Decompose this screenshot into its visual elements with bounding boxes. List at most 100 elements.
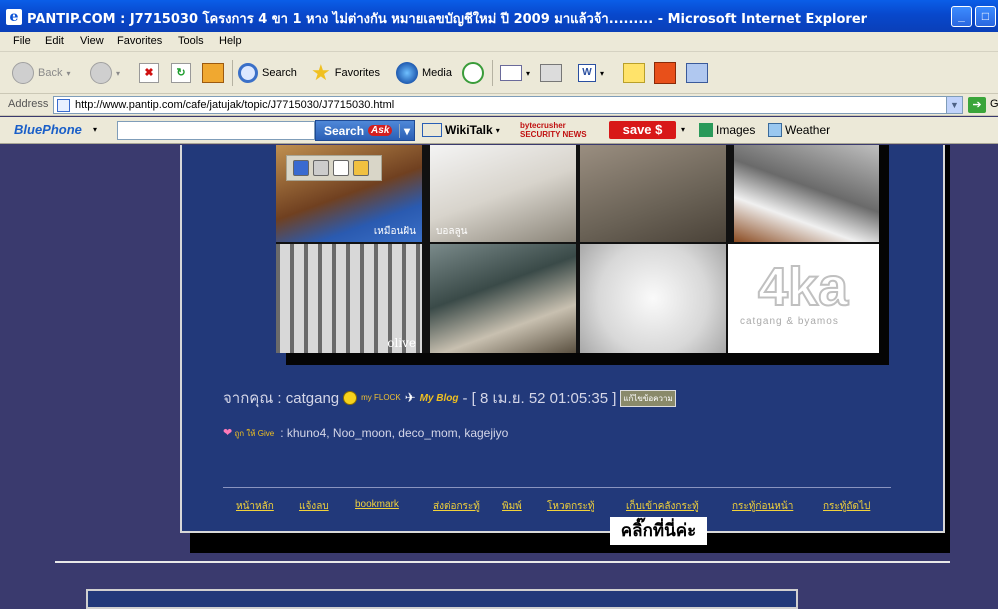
back-button[interactable]: Back ▾	[12, 61, 70, 85]
nav-next-topic-link[interactable]: กระทู้ถัดไป	[823, 499, 870, 514]
photo-4ka-logo: 4ka catgang & byamos	[728, 244, 879, 353]
images-icon	[699, 123, 713, 137]
edit-message-button[interactable]: แก้ไขข้อความ	[620, 389, 676, 407]
forward-button[interactable]: ▾	[90, 61, 120, 85]
nav-prev-topic-link[interactable]: กระทู้ก่อนหน้า	[732, 499, 793, 514]
heart-icon: ❤	[223, 427, 233, 439]
give-badge: ❤ ถูก ให้ Give	[223, 426, 274, 440]
history-clock-icon	[462, 62, 484, 84]
nav-forward-link[interactable]: ส่งต่อกระทู้	[433, 499, 480, 514]
refresh-button[interactable]: ↻	[171, 61, 191, 85]
messenger-button[interactable]	[654, 61, 676, 85]
menu-bar: File Edit View Favorites Tools Help	[0, 32, 998, 52]
menu-help[interactable]: Help	[219, 35, 242, 47]
wikitalk-button[interactable]: WikiTalk ▾	[422, 123, 500, 137]
divider	[223, 487, 891, 488]
minimize-button[interactable]: _	[951, 6, 972, 27]
photo-white-kitten	[580, 244, 726, 353]
standard-toolbar: Back ▾ ▾ ✖ ↻ Search ★ Favorites Media ▾ …	[0, 52, 998, 94]
save-image-icon[interactable]	[293, 160, 309, 176]
address-input[interactable]: http://www.pantip.com/cafe/jatujak/topic…	[53, 96, 963, 114]
dropdown-arrow-icon[interactable]: ▾	[93, 125, 97, 134]
dropdown-arrow-icon: ▾	[600, 68, 605, 78]
stop-button[interactable]: ✖	[139, 61, 159, 85]
back-label: Back	[38, 67, 63, 79]
window-title: PANTIP.COM : J7715030 โครงการ 4 ขา 1 หาง…	[27, 12, 868, 27]
dropdown-arrow-icon: ▾	[526, 68, 531, 78]
photo-white-dog: บอลลูน	[430, 145, 576, 242]
save-button[interactable]: save $	[609, 121, 676, 139]
next-reply-box	[86, 589, 798, 609]
menu-tools[interactable]: Tools	[178, 35, 204, 47]
email-image-icon[interactable]	[333, 160, 349, 176]
forward-arrow-icon	[90, 62, 112, 84]
refresh-icon: ↻	[171, 63, 191, 83]
discuss-button[interactable]	[623, 61, 645, 85]
edit-button[interactable]: W ▾	[578, 61, 604, 85]
horizontal-rule	[55, 561, 950, 563]
give-user-list: : khuno4, Noo_moon, deco_mom, kagejiyo	[280, 426, 509, 440]
favorites-button[interactable]: ★ Favorites	[311, 61, 380, 85]
menu-file[interactable]: File	[13, 35, 31, 47]
messenger-icon	[654, 62, 676, 84]
nav-archive-link[interactable]: เก็บเข้าคลังกระทู้	[626, 499, 699, 514]
page-content: เหมือนฝัน บอลลูน olive 4ka catgang & bya…	[0, 145, 998, 609]
maximize-button[interactable]: □	[975, 6, 996, 27]
research-button[interactable]	[686, 61, 708, 85]
my-flock-link[interactable]: my FLOCK	[361, 394, 401, 402]
go-arrow-icon[interactable]: ➔	[968, 97, 986, 113]
research-books-icon	[686, 63, 708, 83]
dropdown-arrow-icon[interactable]: ▾	[681, 125, 685, 134]
search-button[interactable]: Search	[238, 61, 297, 85]
wikitalk-icon	[422, 123, 442, 137]
menu-view[interactable]: View	[80, 35, 104, 47]
4ka-logo-subtext: catgang & byamos	[740, 316, 839, 327]
nav-bookmark-link[interactable]: bookmark	[355, 499, 399, 510]
bytecrusher-button[interactable]: bytecrusher SECURITY NEWS	[520, 121, 587, 139]
printer-icon	[540, 64, 562, 82]
back-arrow-icon	[12, 62, 34, 84]
mail-button[interactable]: ▾	[500, 61, 530, 85]
address-label: Address	[8, 98, 49, 110]
print-button[interactable]	[540, 61, 562, 85]
nav-vote-link[interactable]: โหวตกระทู้	[547, 499, 594, 514]
dropdown-arrow-icon: ▾	[116, 68, 121, 78]
images-button[interactable]: Images	[699, 123, 755, 137]
dropdown-arrow-icon[interactable]: ▾	[398, 123, 414, 138]
nav-report-link[interactable]: แจ้งลบ	[299, 499, 329, 514]
print-image-icon[interactable]	[313, 160, 329, 176]
author-name: จากคุณ : catgang	[223, 390, 340, 407]
photo-kittens-ground	[580, 145, 726, 242]
address-url: http://www.pantip.com/cafe/jatujak/topic…	[75, 99, 395, 111]
address-bar: Address http://www.pantip.com/cafe/jatuj…	[0, 94, 998, 116]
photo-cat-eating	[734, 145, 879, 242]
post-author-line: จากคุณ : catgang my FLOCK ✈ My Blog - [ …	[223, 386, 676, 410]
weather-button[interactable]: Weather	[768, 123, 830, 137]
my-blog-link[interactable]: My Blog	[420, 393, 459, 404]
post-timestamp: - [ 8 เม.ย. 52 01:05:35 ]	[462, 390, 617, 407]
toolbar-separator	[232, 60, 233, 86]
globe-icon	[396, 62, 418, 84]
address-dropdown-icon[interactable]: ▼	[946, 97, 962, 113]
open-folder-icon[interactable]	[353, 160, 369, 176]
go-button[interactable]: G	[990, 98, 998, 110]
history-button[interactable]	[462, 61, 484, 85]
nav-print-link[interactable]: พิมพ์	[502, 499, 522, 514]
click-here-banner[interactable]: คลิ๊กที่นี่ค่ะ	[610, 517, 707, 545]
nav-home-link[interactable]: หน้าหลัก	[236, 499, 274, 514]
bluephone-search-input[interactable]	[117, 121, 315, 140]
ie-logo-icon: e	[6, 9, 22, 25]
dropdown-arrow-icon: ▾	[495, 125, 500, 135]
photo-caption: เหมือนฝัน	[373, 226, 416, 237]
media-button[interactable]: Media	[396, 61, 452, 85]
menu-edit[interactable]: Edit	[45, 35, 64, 47]
home-button[interactable]	[202, 61, 224, 85]
bluephone-search-button[interactable]: Search Ask ▾	[315, 120, 415, 141]
media-label: Media	[422, 67, 452, 79]
page-icon	[57, 99, 70, 112]
photo-caption: บอลลูน	[436, 226, 468, 237]
bluephone-toolbar: BluePhone ▾ Search Ask ▾ WikiTalk ▾ byte…	[0, 117, 998, 144]
bluephone-logo[interactable]: BluePhone	[14, 122, 82, 137]
menu-favorites[interactable]: Favorites	[117, 35, 162, 47]
toolbar-separator	[492, 60, 493, 86]
